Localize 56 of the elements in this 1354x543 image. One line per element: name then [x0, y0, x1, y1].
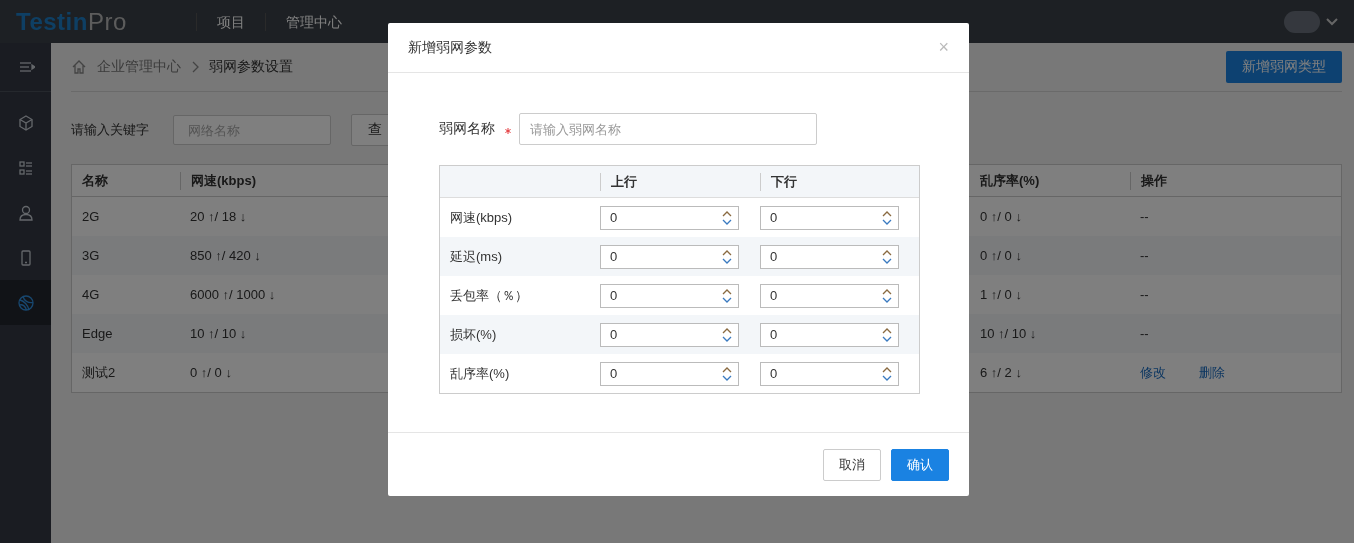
table-cell-text: --	[1139, 209, 1150, 224]
cancel-button[interactable]: 取消	[823, 448, 881, 481]
table-cell-text: 6000 ↑/ 1000 ↓	[189, 287, 277, 302]
logo: TestinPro	[16, 7, 128, 36]
dialog-title: 新增弱网参数	[408, 38, 492, 57]
nav-link[interactable]: 项目	[196, 12, 265, 31]
table-cell-text: 1 ↑/ 0 ↓	[979, 287, 1023, 302]
table-cell-text: 0 ↑/ 0 ↓	[189, 365, 233, 380]
column-header: 下行	[760, 172, 919, 191]
parameter-label: 损坏(%)	[449, 325, 498, 344]
breadcrumb-item: 弱网参数设置	[209, 58, 293, 76]
cube-icon	[16, 113, 35, 132]
number-input-field[interactable]: 0	[760, 283, 899, 308]
number-input-field[interactable]: 0	[760, 361, 899, 386]
filter-label: 请输入关键字	[71, 121, 150, 139]
column-header: 上行	[600, 172, 760, 191]
number-input-field[interactable]: 0	[600, 361, 739, 386]
parameter-label: 丢包率（％）	[449, 286, 529, 305]
table-cell-text: --	[1139, 248, 1150, 263]
column-header: 乱序率(%)	[979, 171, 1041, 190]
nav-link[interactable]: 管理中心	[265, 12, 362, 31]
table-cell-text: --	[1139, 287, 1150, 302]
globe-icon	[16, 293, 35, 312]
user-icon	[16, 203, 35, 222]
chevron-right-icon	[191, 61, 199, 73]
column-header: 名称	[81, 171, 109, 190]
number-input-field[interactable]: 0	[600, 322, 739, 347]
column-header: 操作	[1130, 171, 1341, 190]
table-cell-text: 850 ↑/ 420 ↓	[189, 248, 262, 263]
parameter-label: 网速(kbps)	[449, 208, 514, 227]
table-cell-text: 0 ↑/ 0 ↓	[979, 209, 1023, 224]
table-cell-text: 3G	[81, 248, 101, 263]
confirm-button[interactable]: 确认	[891, 448, 949, 481]
table-cell-text: 2G	[81, 209, 101, 224]
table-cell-text: --	[1139, 326, 1150, 341]
parameter-label: 延迟(ms)	[449, 247, 503, 266]
column-header: 网速(kbps)	[180, 171, 380, 190]
name-input-field[interactable]: 请输入弱网名称	[519, 113, 817, 145]
field-label: 弱网名称	[439, 120, 496, 138]
table-cell-text: 测试2	[81, 363, 117, 382]
table-cell-text: 20 ↑/ 18 ↓	[189, 209, 248, 224]
number-input-field[interactable]: 0	[600, 244, 739, 269]
table-cell-text: 4G	[81, 287, 101, 302]
table-cell-text: 0 ↑/ 0 ↓	[979, 248, 1023, 263]
list-icon	[16, 158, 35, 177]
table-cell-text: 10 ↑/ 10 ↓	[979, 326, 1038, 341]
table-cell-text: 10 ↑/ 10 ↓	[189, 326, 248, 341]
table-cell-text: Edge	[81, 326, 114, 341]
number-input-field[interactable]: 0	[760, 205, 899, 230]
number-input-field[interactable]: 0	[760, 244, 899, 269]
table-cell-text: 6 ↑/ 2 ↓	[979, 365, 1023, 380]
chevron-down-icon[interactable]	[1326, 17, 1338, 26]
number-input-field[interactable]: 0	[600, 283, 739, 308]
number-input-field[interactable]: 0	[760, 322, 899, 347]
number-input-field[interactable]: 0	[600, 205, 739, 230]
parameter-label: 乱序率(%)	[449, 364, 511, 383]
